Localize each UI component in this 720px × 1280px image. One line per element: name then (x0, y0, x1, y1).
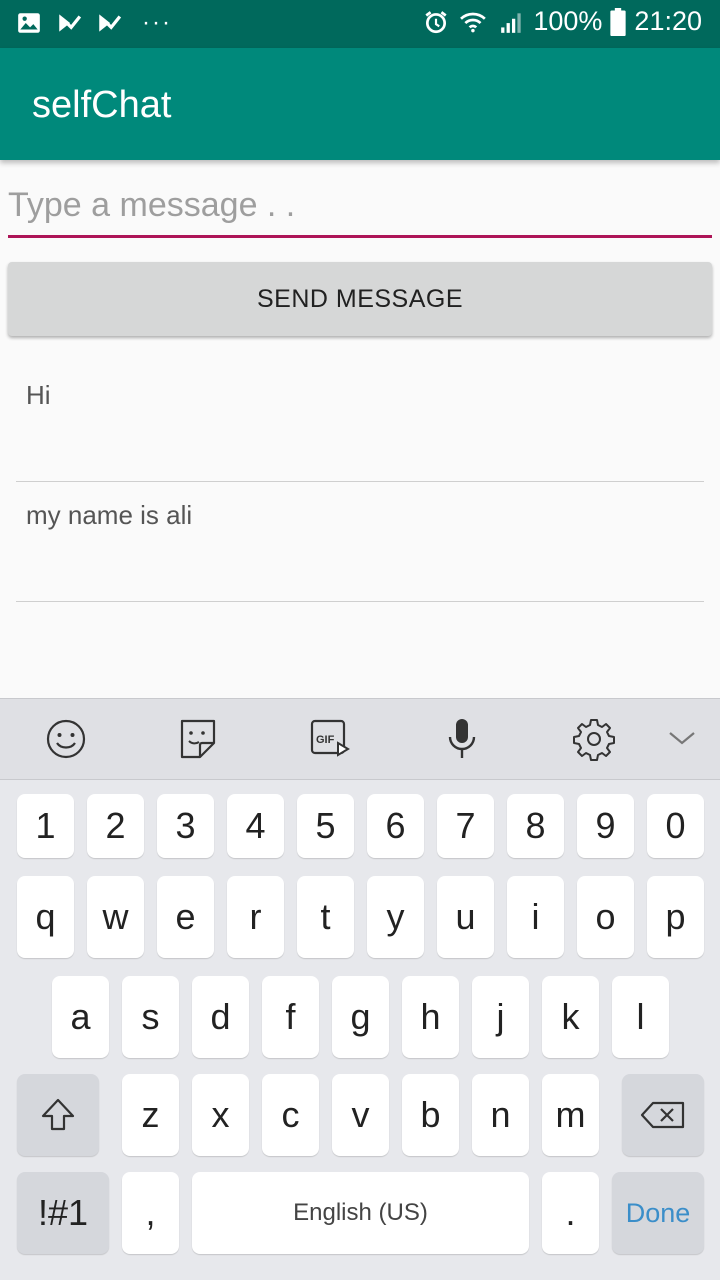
key-g[interactable]: g (332, 976, 389, 1058)
battery-percent: 100% (533, 6, 603, 36)
key-d[interactable]: d (192, 976, 249, 1058)
key-k[interactable]: k (542, 976, 599, 1058)
alarm-icon (425, 10, 447, 33)
app-bar: selfChat (0, 48, 720, 160)
sticker-icon[interactable] (176, 717, 220, 761)
key-q[interactable]: q (17, 876, 74, 958)
chevron-down-icon[interactable] (662, 717, 702, 761)
message-text: my name is ali (26, 500, 193, 530)
soft-keyboard: GIF 1234567890 qwertyuiop asdfghjkl zxcvbnm… (0, 698, 720, 1280)
backspace-icon (640, 1101, 685, 1129)
comma-key[interactable]: , (122, 1172, 179, 1254)
space-key[interactable]: English (US) (192, 1172, 529, 1254)
key-j[interactable]: j (472, 976, 529, 1058)
send-message-button[interactable]: SEND MESSAGE (8, 262, 712, 336)
key-i[interactable]: i (507, 876, 564, 958)
key-h[interactable]: h (402, 976, 459, 1058)
key-l[interactable]: l (612, 976, 669, 1058)
key-w[interactable]: w (87, 876, 144, 958)
key-y[interactable]: y (367, 876, 424, 958)
key-p[interactable]: p (647, 876, 704, 958)
key-u[interactable]: u (437, 876, 494, 958)
key-7[interactable]: 7 (437, 794, 494, 858)
message-list[interactable]: Hi my name is ali (16, 362, 704, 602)
emoji-icon[interactable] (44, 717, 88, 761)
key-8[interactable]: 8 (507, 794, 564, 858)
app-title: selfChat (32, 84, 172, 126)
key-3[interactable]: 3 (157, 794, 214, 858)
wifi-icon (460, 12, 487, 32)
key-r[interactable]: r (227, 876, 284, 958)
signal-icon (501, 12, 522, 33)
message-text: Hi (26, 380, 51, 410)
period-key[interactable]: . (542, 1172, 599, 1254)
key-z[interactable]: z (122, 1074, 179, 1156)
key-6[interactable]: 6 (367, 794, 424, 858)
keyboard-toolbar: GIF (0, 698, 720, 780)
backspace-key[interactable] (622, 1074, 704, 1156)
key-4[interactable]: 4 (227, 794, 284, 858)
shift-icon (41, 1098, 75, 1131)
key-m[interactable]: m (542, 1074, 599, 1156)
done-key[interactable]: Done (612, 1172, 704, 1254)
list-item[interactable]: Hi (16, 362, 704, 482)
clock: 21:20 (634, 6, 702, 36)
shift-key[interactable] (17, 1074, 99, 1156)
microphone-icon[interactable] (440, 717, 484, 761)
key-s[interactable]: s (122, 976, 179, 1058)
key-v[interactable]: v (332, 1074, 389, 1156)
task-check-icon (59, 14, 82, 32)
key-f[interactable]: f (262, 976, 319, 1058)
key-b[interactable]: b (402, 1074, 459, 1156)
gallery-icon (18, 13, 40, 33)
key-e[interactable]: e (157, 876, 214, 958)
message-input[interactable] (8, 176, 712, 238)
more-notifications-icon: ··· (142, 9, 172, 36)
symbols-key[interactable]: !#1 (17, 1172, 109, 1254)
svg-text:GIF: GIF (316, 734, 335, 746)
key-0[interactable]: 0 (647, 794, 704, 858)
key-a[interactable]: a (52, 976, 109, 1058)
key-n[interactable]: n (472, 1074, 529, 1156)
status-bar: ··· 100% 21:20 (0, 0, 720, 48)
key-9[interactable]: 9 (577, 794, 634, 858)
key-c[interactable]: c (262, 1074, 319, 1156)
settings-icon[interactable] (572, 717, 616, 761)
key-5[interactable]: 5 (297, 794, 354, 858)
key-o[interactable]: o (577, 876, 634, 958)
task-check-icon (99, 14, 122, 32)
list-item[interactable]: my name is ali (16, 482, 704, 602)
gif-icon[interactable]: GIF (308, 717, 352, 761)
key-t[interactable]: t (297, 876, 354, 958)
key-x[interactable]: x (192, 1074, 249, 1156)
key-2[interactable]: 2 (87, 794, 144, 858)
key-1[interactable]: 1 (17, 794, 74, 858)
battery-icon (610, 7, 627, 36)
